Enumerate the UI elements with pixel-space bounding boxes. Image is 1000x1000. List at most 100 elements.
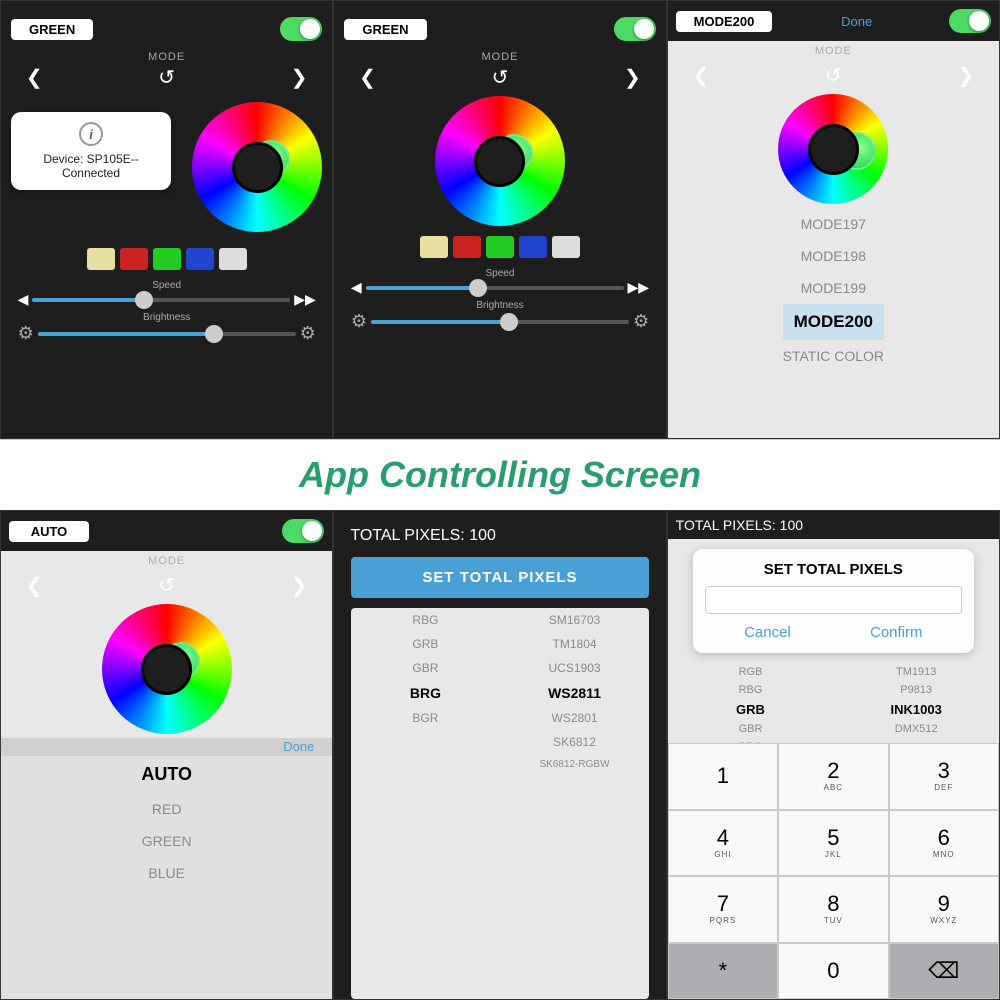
toggle-top-left[interactable] [280, 17, 322, 41]
swatch-green[interactable] [153, 248, 181, 270]
swatch-white-c[interactable] [552, 236, 580, 258]
key-9[interactable]: 9 WXYZ [889, 876, 999, 943]
nav-right-top-left[interactable]: ❯ [291, 65, 308, 90]
gear-left-top-center[interactable]: ⚙ [351, 311, 367, 332]
mode-item-blue[interactable]: BLUE [1, 857, 332, 889]
refresh-icon-top-center[interactable]: ↺ [492, 65, 509, 90]
color-wheel-top-center[interactable] [435, 96, 565, 226]
key-delete[interactable]: ⌫ [889, 943, 999, 1000]
nav-right-top-right[interactable]: ❯ [957, 63, 974, 88]
toggle-bottom-left[interactable] [282, 519, 324, 543]
proto-tm1804[interactable]: TM1804 [500, 632, 649, 656]
proto-dialog-grb[interactable]: GRB [668, 699, 834, 720]
nav-left-top-left[interactable]: ❮ [26, 65, 43, 90]
speed-track-top-left[interactable] [32, 298, 290, 302]
mode-item-200[interactable]: MODE200 [783, 304, 884, 340]
nav-right-top-center[interactable]: ❯ [624, 65, 641, 90]
mode-item-green[interactable]: GREEN [1, 825, 332, 857]
key-7[interactable]: 7 PQRS [668, 876, 778, 943]
mode-badge-bottom-left[interactable]: AUTO [9, 521, 89, 542]
key-1[interactable]: 1 [668, 743, 778, 810]
proto-rbg[interactable]: RBG [351, 608, 500, 632]
brightness-track-top-left[interactable] [38, 332, 296, 336]
brightness-track-top-center[interactable] [371, 320, 629, 324]
key-8[interactable]: 8 TUV [778, 876, 888, 943]
mode-picker-header-top-right: MODE200 Done [668, 1, 999, 41]
swatch-yellow-c[interactable] [420, 236, 448, 258]
color-wheel-top-right[interactable] [778, 94, 888, 204]
brightness-thumb-top-center[interactable] [500, 313, 518, 331]
mode-item-auto[interactable]: AUTO [1, 756, 332, 793]
proto-dialog-gbr[interactable]: GBR [668, 720, 834, 738]
speed-minus-top-left[interactable]: ◀ [18, 291, 29, 308]
speed-plus-top-center[interactable]: ▶▶ [628, 279, 650, 296]
proto-sk6812a[interactable]: SK6812 [500, 730, 649, 754]
dialog-input-field[interactable] [705, 586, 963, 614]
key-5[interactable]: 5 JKL [778, 810, 888, 877]
key-4[interactable]: 4 GHI [668, 810, 778, 877]
proto-ws2811[interactable]: WS2811 [500, 680, 649, 706]
gear-left-top-left[interactable]: ⚙ [18, 323, 34, 344]
proto-dialog-tm1913[interactable]: TM1913 [833, 663, 999, 681]
swatch-blue[interactable] [186, 248, 214, 270]
color-wheel-bottom-left[interactable] [102, 604, 232, 734]
proto-bgr[interactable]: BGR [351, 706, 500, 730]
proto-dialog-p9813[interactable]: P9813 [833, 681, 999, 699]
proto-dialog-rbg[interactable]: RBG [668, 681, 834, 699]
done-btn-top-right[interactable]: Done [841, 14, 880, 29]
speed-thumb-top-center[interactable] [469, 279, 487, 297]
nav-left-top-right[interactable]: ❮ [693, 63, 710, 88]
swatch-yellow[interactable] [87, 248, 115, 270]
refresh-icon-top-left[interactable]: ↺ [158, 65, 175, 90]
proto-brg[interactable]: BRG [351, 680, 500, 706]
swatch-blue-c[interactable] [519, 236, 547, 258]
confirm-button[interactable]: Confirm [870, 624, 923, 641]
key-3[interactable]: 3 DEF [889, 743, 999, 810]
done-btn-bottom-left[interactable]: Done [283, 739, 322, 754]
speed-track-top-center[interactable] [366, 286, 624, 290]
toggle-top-center[interactable] [614, 17, 656, 41]
mode-item-199[interactable]: MODE199 [783, 272, 884, 304]
swatch-red[interactable] [120, 248, 148, 270]
gear-right-top-center[interactable]: ⚙ [633, 311, 649, 332]
toggle-top-right[interactable] [949, 9, 991, 33]
key-2[interactable]: 2 ABC [778, 743, 888, 810]
proto-sk6812-rgbw[interactable]: SK6812-RGBW [500, 754, 649, 775]
mode-badge-top-right[interactable]: MODE200 [676, 11, 773, 32]
brightness-thumb-top-left[interactable] [205, 325, 223, 343]
proto-sm16703[interactable]: SM16703 [500, 608, 649, 632]
proto-dialog-ink1003[interactable]: INK1003 [833, 699, 999, 720]
cancel-button[interactable]: Cancel [744, 624, 791, 641]
set-pixels-btn[interactable]: SET TOTAL PIXELS [351, 557, 649, 598]
mode-item-198[interactable]: MODE198 [783, 240, 884, 272]
swatch-red-c[interactable] [453, 236, 481, 258]
speed-plus-top-left[interactable]: ▶▶ [294, 291, 316, 308]
refresh-icon-top-right[interactable]: ↺ [825, 63, 842, 88]
proto-ws2801[interactable]: WS2801 [500, 706, 649, 730]
proto-grb[interactable]: GRB [351, 632, 500, 656]
refresh-icon-bottom-left[interactable]: ↺ [158, 573, 175, 598]
panel-bottom-center: TOTAL PIXELS: 100 SET TOTAL PIXELS RBG G… [333, 510, 666, 1000]
proto-dialog-dmx512[interactable]: DMX512 [833, 720, 999, 738]
proto-gbr[interactable]: GBR [351, 656, 500, 680]
proto-col-dialog-right: TM1913 P9813 INK1003 DMX512 [833, 663, 999, 743]
gear-right-top-left[interactable]: ⚙ [300, 323, 316, 344]
proto-dialog-rgb[interactable]: RGB [668, 663, 834, 681]
mode-badge-top-center[interactable]: GREEN [344, 19, 426, 40]
mode-item-197[interactable]: MODE197 [783, 208, 884, 240]
nav-left-top-center[interactable]: ❮ [359, 65, 376, 90]
speed-thumb-top-left[interactable] [135, 291, 153, 309]
mode-badge-top-left[interactable]: GREEN [11, 19, 93, 40]
color-wheel-top-left[interactable] [192, 102, 322, 232]
key-6[interactable]: 6 MNO [889, 810, 999, 877]
swatch-green-c[interactable] [486, 236, 514, 258]
speed-minus-top-center[interactable]: ◀ [351, 279, 362, 296]
nav-left-bottom-left[interactable]: ❮ [26, 573, 43, 598]
proto-ucs1903[interactable]: UCS1903 [500, 656, 649, 680]
key-0[interactable]: 0 [778, 943, 888, 1000]
mode-item-red[interactable]: RED [1, 793, 332, 825]
nav-right-bottom-left[interactable]: ❯ [291, 573, 308, 598]
key-asterisk[interactable]: * [668, 943, 778, 1000]
mode-item-static[interactable]: STATIC COLOR [783, 340, 884, 372]
swatch-white[interactable] [219, 248, 247, 270]
